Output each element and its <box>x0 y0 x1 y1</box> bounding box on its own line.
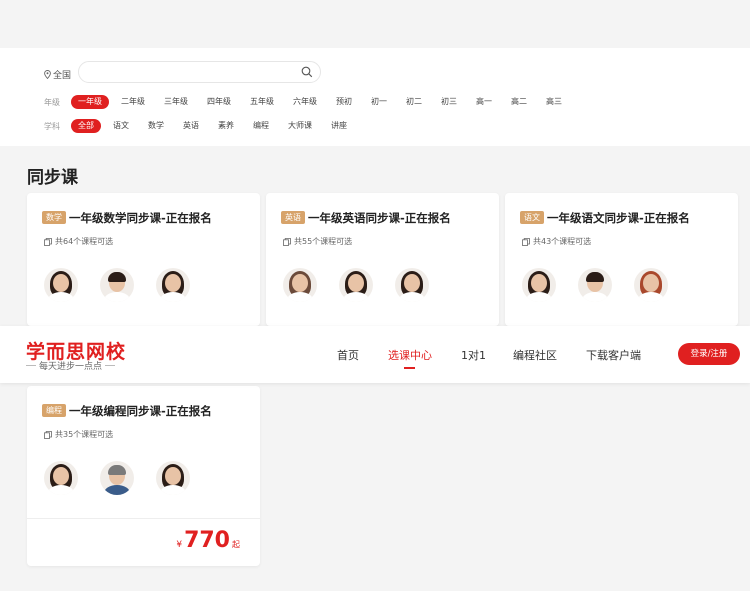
course-title[interactable]: 一年级数学同步课-正在报名 <box>69 210 212 226</box>
login-register-button[interactable]: 登录/注册 <box>678 343 740 365</box>
grade-option[interactable]: 二年级 <box>114 95 152 109</box>
subject-tag: 语文 <box>520 211 544 224</box>
price-symbol: ¥ <box>176 540 183 550</box>
course-count: 共43个课程可选 <box>522 236 591 247</box>
nav-home[interactable]: 首页 <box>337 347 359 363</box>
nav-active-indicator <box>404 367 415 369</box>
course-count: 共64个课程可选 <box>44 236 113 247</box>
copy-icon <box>522 237 530 246</box>
subject-option[interactable]: 英语 <box>176 119 206 133</box>
subject-option[interactable]: 素养 <box>211 119 241 133</box>
card-divider <box>27 518 260 519</box>
teacher-avatar <box>283 268 317 302</box>
subject-option[interactable]: 讲座 <box>324 119 354 133</box>
site-header: 学而思网校 每天进步一点点 首页 选课中心 1对1 编程社区 下载客户端 登录/… <box>0 326 750 383</box>
grade-option[interactable]: 初二 <box>399 95 429 109</box>
subject-option[interactable]: 编程 <box>246 119 276 133</box>
copy-icon <box>283 237 291 246</box>
grade-option[interactable]: 六年级 <box>286 95 324 109</box>
course-title[interactable]: 一年级编程同步课-正在报名 <box>69 403 212 419</box>
teacher-avatar <box>156 461 190 495</box>
grade-option[interactable]: 五年级 <box>243 95 281 109</box>
subject-label: 学科 <box>44 121 60 131</box>
price: ¥ 770 起 <box>176 528 240 553</box>
teacher-avatar <box>634 268 668 302</box>
slogan-text: 每天进步一点点 <box>39 362 103 372</box>
grade-option[interactable]: 三年级 <box>157 95 195 109</box>
subject-option[interactable]: 数学 <box>141 119 171 133</box>
location-pin-icon <box>44 70 51 79</box>
grade-option[interactable]: 高一 <box>469 95 499 109</box>
grade-label: 年级 <box>44 97 60 107</box>
grade-option[interactable]: 四年级 <box>200 95 238 109</box>
subject-tag: 英语 <box>281 211 305 224</box>
course-count-text: 共43个课程可选 <box>533 237 592 246</box>
course-count-text: 共55个课程可选 <box>294 237 353 246</box>
course-count-text: 共35个课程可选 <box>55 430 114 439</box>
teacher-avatar <box>156 268 190 302</box>
location-label: 全国 <box>53 71 72 81</box>
nav-coding-community[interactable]: 编程社区 <box>513 347 557 363</box>
course-title[interactable]: 一年级语文同步课-正在报名 <box>547 210 690 226</box>
grade-option[interactable]: 初一 <box>364 95 394 109</box>
teacher-avatars <box>283 268 429 302</box>
grade-filter-row: 年级 一年级 二年级 三年级 四年级 五年级 六年级 预初 初一 初二 初三 高… <box>44 95 574 109</box>
search-input[interactable] <box>78 61 321 83</box>
teacher-avatar <box>339 268 373 302</box>
subject-option[interactable]: 语文 <box>106 119 136 133</box>
section-title: 同步课 <box>27 168 78 188</box>
grade-option[interactable]: 一年级 <box>71 95 109 109</box>
teacher-avatar <box>44 268 78 302</box>
subject-option[interactable]: 全部 <box>71 119 101 133</box>
teacher-avatar <box>100 268 134 302</box>
teacher-avatars <box>522 268 668 302</box>
course-title[interactable]: 一年级英语同步课-正在报名 <box>308 210 451 226</box>
nav-download-client[interactable]: 下载客户端 <box>586 347 641 363</box>
nav-one-on-one[interactable]: 1对1 <box>461 347 486 363</box>
teacher-avatar <box>395 268 429 302</box>
teacher-avatar <box>44 461 78 495</box>
subject-tag: 数学 <box>42 211 66 224</box>
course-count-text: 共64个课程可选 <box>55 237 114 246</box>
copy-icon <box>44 237 52 246</box>
course-card[interactable]: 数学 一年级数学同步课-正在报名 共64个课程可选 <box>27 193 260 326</box>
subject-tag: 编程 <box>42 404 66 417</box>
price-unit: 起 <box>232 540 240 549</box>
course-card[interactable]: 英语 一年级英语同步课-正在报名 共55个课程可选 <box>266 193 499 326</box>
search-icon[interactable] <box>301 66 313 78</box>
copy-icon <box>44 430 52 439</box>
course-card[interactable]: 编程 一年级编程同步课-正在报名 共35个课程可选 ¥ 770 起 <box>27 386 260 566</box>
grade-option[interactable]: 高二 <box>504 95 534 109</box>
course-count: 共55个课程可选 <box>283 236 352 247</box>
price-value: 770 <box>184 528 230 553</box>
location-selector[interactable]: 全国 <box>44 68 71 81</box>
course-count: 共35个课程可选 <box>44 429 113 440</box>
teacher-avatar <box>578 268 612 302</box>
teacher-avatars <box>44 268 190 302</box>
subject-filter-row: 学科 全部 语文 数学 英语 素养 编程 大师课 讲座 <box>44 119 359 133</box>
subject-option[interactable]: 大师课 <box>281 119 319 133</box>
teacher-avatar <box>522 268 556 302</box>
slogan: 每天进步一点点 <box>26 359 116 372</box>
course-card[interactable]: 语文 一年级语文同步课-正在报名 共43个课程可选 <box>505 193 738 326</box>
grade-option[interactable]: 初三 <box>434 95 464 109</box>
teacher-avatar <box>100 461 134 495</box>
teacher-avatars <box>44 461 190 495</box>
grade-option[interactable]: 预初 <box>329 95 359 109</box>
nav-course-center[interactable]: 选课中心 <box>388 347 432 363</box>
grade-option[interactable]: 高三 <box>539 95 569 109</box>
